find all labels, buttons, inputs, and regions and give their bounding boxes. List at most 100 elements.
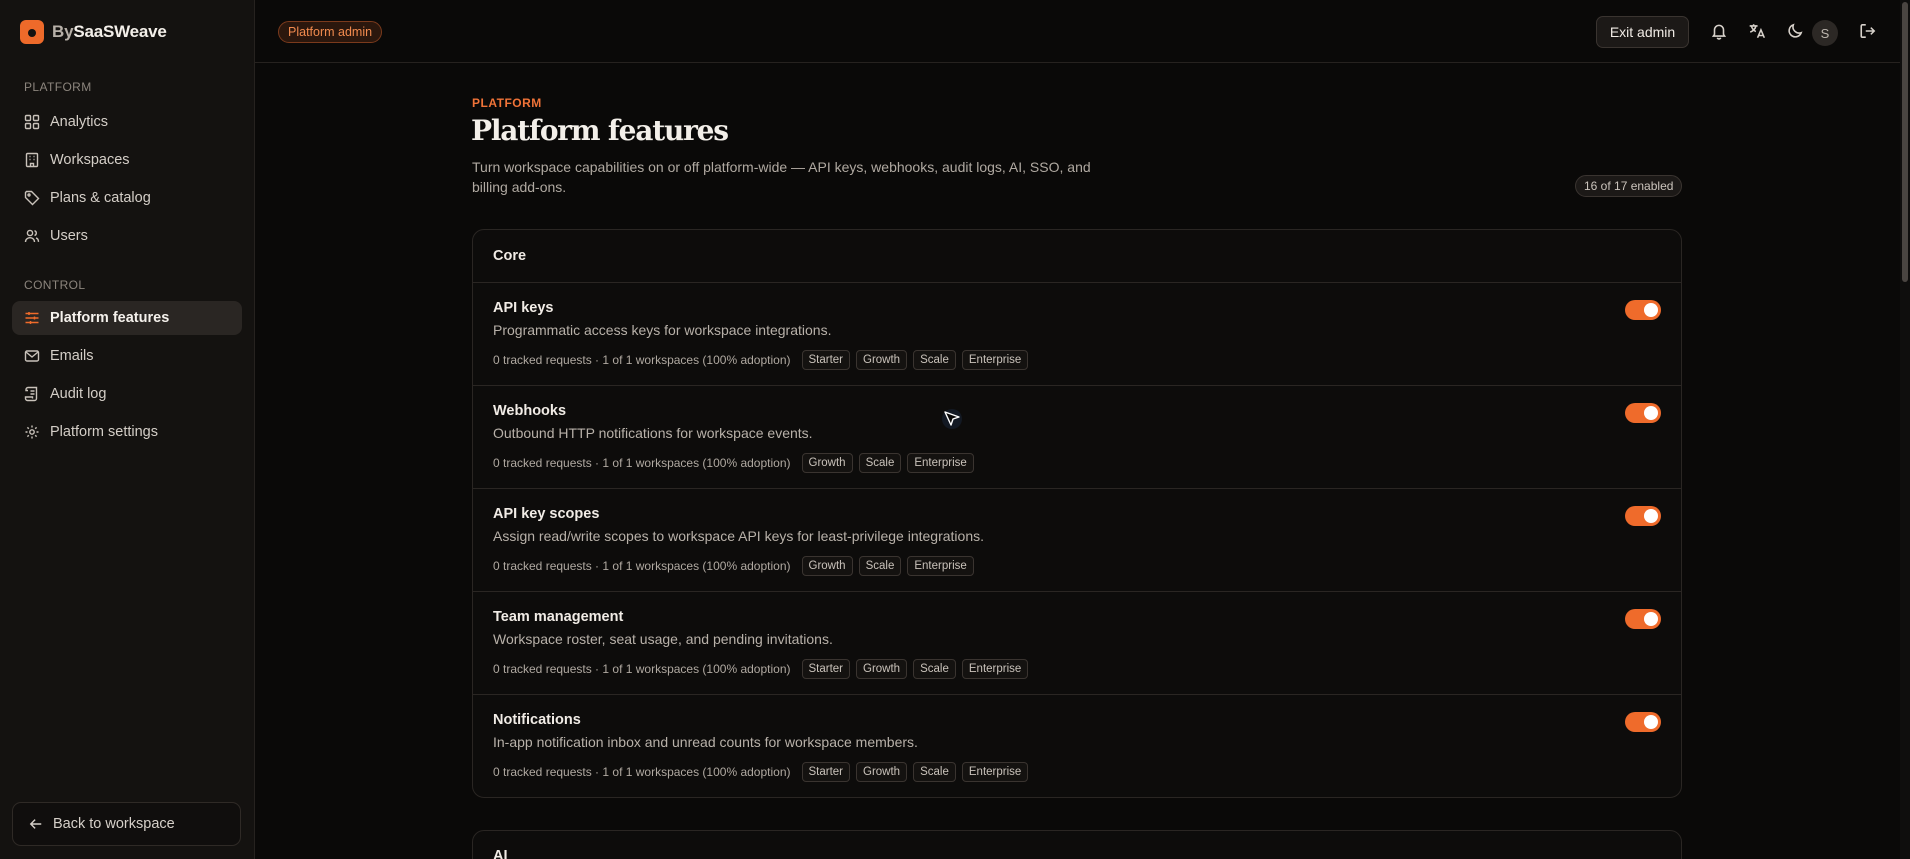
feature-row-team-management: Team management Workspace roster, seat u… bbox=[473, 592, 1681, 695]
feature-name: Notifications bbox=[493, 712, 581, 728]
section-label-platform: PLATFORM bbox=[24, 80, 92, 94]
feature-meta: 0 tracked requests · 1 of 1 workspaces (… bbox=[493, 453, 974, 473]
back-to-workspace-button[interactable]: Back to workspace bbox=[12, 802, 241, 846]
feature-description: Assign read/write scopes to workspace AP… bbox=[493, 528, 985, 544]
feature-description: Programmatic access keys for workspace i… bbox=[493, 322, 832, 338]
sidebar-item-label: Platform settings bbox=[50, 424, 158, 440]
plan-tag: Growth bbox=[856, 659, 908, 679]
sidebar: BySaaSWeave PLATFORM Analytics Workspace… bbox=[0, 0, 255, 859]
section-label-control: CONTROL bbox=[24, 278, 86, 292]
plan-tag: Growth bbox=[856, 762, 908, 782]
feature-stats: 0 tracked requests · 1 of 1 workspaces (… bbox=[493, 353, 791, 367]
feature-toggle-team-management[interactable] bbox=[1625, 609, 1661, 629]
page-description: Turn workspace capabilities on or off pl… bbox=[472, 159, 1091, 195]
plan-tag: Scale bbox=[858, 453, 902, 473]
sidebar-item-platform-features[interactable]: Platform features bbox=[12, 301, 242, 335]
feature-toggle-webhooks[interactable] bbox=[1625, 403, 1661, 423]
feature-meta: 0 tracked requests · 1 of 1 workspaces (… bbox=[493, 659, 1029, 679]
feature-meta: 0 tracked requests · 1 of 1 workspaces (… bbox=[493, 350, 1029, 370]
feature-row-api-key-scopes: API key scopes Assign read/write scopes … bbox=[473, 489, 1681, 592]
feature-group-ai: AI bbox=[472, 830, 1682, 859]
platform-admin-badge: Platform admin bbox=[278, 21, 383, 43]
feature-row-api-keys: API keys Programmatic access keys for wo… bbox=[473, 283, 1681, 386]
enabled-count-badge: 16 of 17 enabled bbox=[1575, 175, 1683, 197]
building-icon bbox=[25, 152, 39, 168]
exit-admin-button[interactable]: Exit admin bbox=[1596, 16, 1689, 48]
feature-toggle-notifications[interactable] bbox=[1625, 712, 1661, 732]
page-scrollbar[interactable] bbox=[1900, 0, 1910, 859]
plan-tag: Scale bbox=[913, 350, 956, 370]
sidebar-item-workspaces[interactable]: Workspaces bbox=[12, 143, 242, 177]
feature-name: API key scopes bbox=[493, 506, 600, 522]
topbar: Platform admin Exit admin S bbox=[255, 0, 1900, 63]
plan-tag: Enterprise bbox=[961, 350, 1029, 370]
logout-icon[interactable] bbox=[1859, 22, 1877, 40]
plan-tag: Starter bbox=[801, 659, 851, 679]
plan-tag: Scale bbox=[913, 659, 956, 679]
plan-tag: Enterprise bbox=[961, 762, 1029, 782]
mail-icon bbox=[24, 350, 40, 362]
feature-group-core: Core API keys Programmatic access keys f… bbox=[472, 229, 1682, 798]
back-button-label: Back to workspace bbox=[53, 816, 175, 832]
plan-tag: Enterprise bbox=[961, 659, 1029, 679]
feature-group-title: AI bbox=[493, 848, 508, 859]
feature-meta: 0 tracked requests · 1 of 1 workspaces (… bbox=[493, 556, 974, 576]
feature-stats: 0 tracked requests · 1 of 1 workspaces (… bbox=[493, 559, 791, 573]
scrollbar-thumb[interactable] bbox=[1902, 2, 1908, 282]
plan-tag: Starter bbox=[801, 350, 851, 370]
page-title: Platform features bbox=[471, 114, 729, 147]
plan-tag: Growth bbox=[801, 453, 853, 473]
mouse-cursor-icon bbox=[942, 409, 962, 429]
users-icon bbox=[24, 229, 40, 243]
tag-icon bbox=[24, 190, 40, 206]
sidebar-item-label: Workspaces bbox=[50, 152, 130, 168]
gear-icon bbox=[25, 425, 39, 439]
feature-name: Team management bbox=[493, 609, 624, 625]
feature-stats: 0 tracked requests · 1 of 1 workspaces (… bbox=[493, 456, 791, 470]
scroll-icon bbox=[24, 386, 38, 402]
feature-stats: 0 tracked requests · 1 of 1 workspaces (… bbox=[493, 662, 791, 676]
brand-logo-icon bbox=[20, 20, 44, 44]
feature-name: API keys bbox=[493, 300, 554, 316]
brand[interactable]: BySaaSWeave bbox=[20, 19, 167, 45]
feature-group-title: Core bbox=[473, 230, 1681, 283]
feature-description: In-app notification inbox and unread cou… bbox=[493, 734, 918, 750]
grid-icon bbox=[24, 114, 40, 130]
plan-tag: Growth bbox=[801, 556, 853, 576]
feature-row-webhooks: Webhooks Outbound HTTP notifications for… bbox=[473, 386, 1681, 489]
plan-tag: Growth bbox=[856, 350, 908, 370]
sidebar-item-label: Emails bbox=[50, 348, 94, 364]
feature-row-notifications: Notifications In-app notification inbox … bbox=[473, 695, 1681, 797]
sidebar-item-emails[interactable]: Emails bbox=[12, 339, 242, 373]
translate-icon[interactable] bbox=[1748, 22, 1766, 40]
sidebar-item-analytics[interactable]: Analytics bbox=[12, 105, 242, 139]
arrow-left-icon bbox=[29, 819, 42, 829]
bell-icon[interactable] bbox=[1710, 22, 1728, 40]
feature-toggle-api-key-scopes[interactable] bbox=[1625, 506, 1661, 526]
sidebar-item-audit-log[interactable]: Audit log bbox=[12, 377, 242, 411]
sidebar-item-label: Platform features bbox=[50, 310, 170, 326]
feature-name: Webhooks bbox=[493, 403, 567, 419]
sidebar-item-plans-catalog[interactable]: Plans & catalog bbox=[12, 181, 242, 215]
plan-tag: Scale bbox=[913, 762, 956, 782]
plan-tag: Scale bbox=[858, 556, 902, 576]
brand-name: BySaaSWeave bbox=[52, 22, 167, 41]
sidebar-item-label: Audit log bbox=[50, 386, 107, 402]
user-avatar[interactable]: S bbox=[1812, 20, 1838, 46]
sliders-icon bbox=[25, 312, 39, 324]
feature-stats: 0 tracked requests · 1 of 1 workspaces (… bbox=[493, 765, 791, 779]
feature-toggle-api-keys[interactable] bbox=[1625, 300, 1661, 320]
sidebar-item-label: Users bbox=[50, 228, 88, 244]
page-eyebrow: PLATFORM bbox=[472, 96, 542, 110]
sidebar-item-label: Plans & catalog bbox=[50, 190, 151, 206]
plan-tag: Enterprise bbox=[907, 453, 974, 473]
feature-description: Workspace roster, seat usage, and pendin… bbox=[493, 631, 833, 647]
sidebar-item-users[interactable]: Users bbox=[12, 219, 242, 253]
sidebar-item-platform-settings[interactable]: Platform settings bbox=[12, 415, 242, 449]
moon-icon[interactable] bbox=[1786, 22, 1804, 40]
sidebar-item-label: Analytics bbox=[50, 114, 109, 130]
feature-meta: 0 tracked requests · 1 of 1 workspaces (… bbox=[493, 762, 1029, 782]
feature-description: Outbound HTTP notifications for workspac… bbox=[493, 425, 813, 441]
plan-tag: Enterprise bbox=[907, 556, 974, 576]
plan-tag: Starter bbox=[801, 762, 851, 782]
